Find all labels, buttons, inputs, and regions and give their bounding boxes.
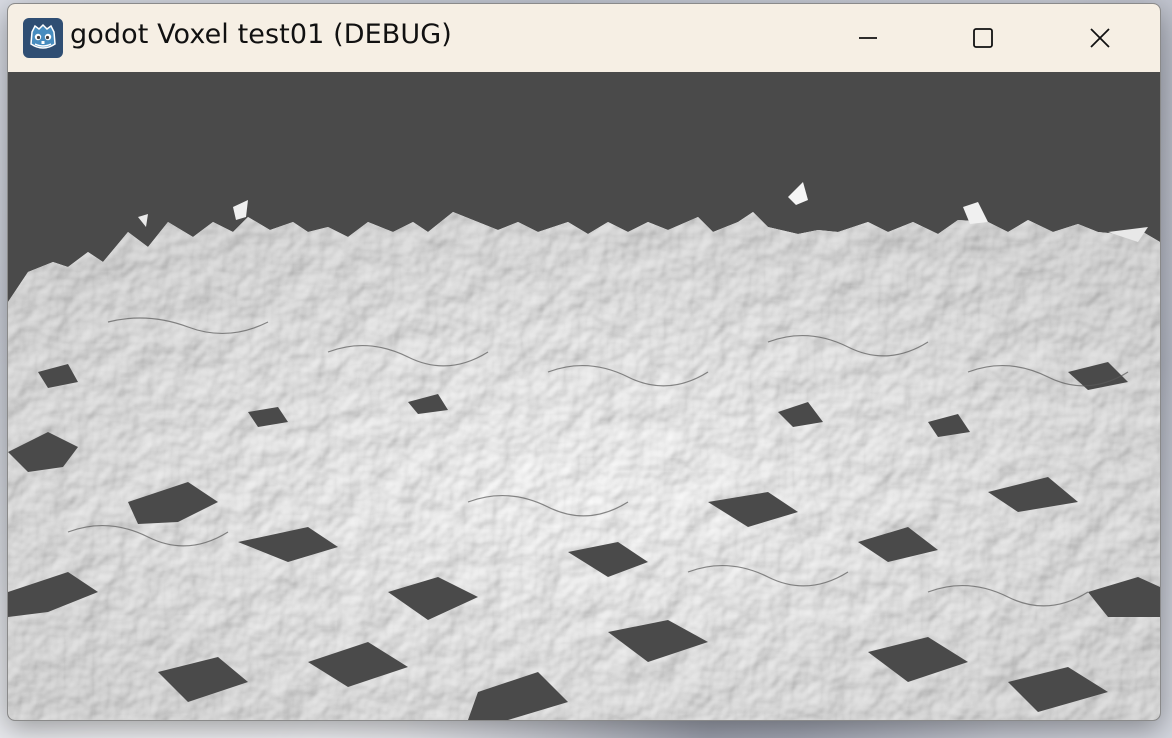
title-bar[interactable]: godot Voxel test01 (DEBUG) <box>8 4 1160 72</box>
maximize-button[interactable] <box>928 4 1038 72</box>
maximize-icon <box>973 28 993 48</box>
minimize-icon <box>859 37 877 39</box>
close-icon <box>1090 28 1110 48</box>
voxel-terrain-render <box>8 182 1160 720</box>
godot-icon <box>23 18 63 58</box>
close-button[interactable] <box>1045 4 1155 72</box>
game-window[interactable]: godot Voxel test01 (DEBUG) <box>7 3 1161 721</box>
game-viewport[interactable] <box>8 72 1160 720</box>
minimize-button[interactable] <box>813 4 923 72</box>
window-title: godot Voxel test01 (DEBUG) <box>70 19 452 50</box>
